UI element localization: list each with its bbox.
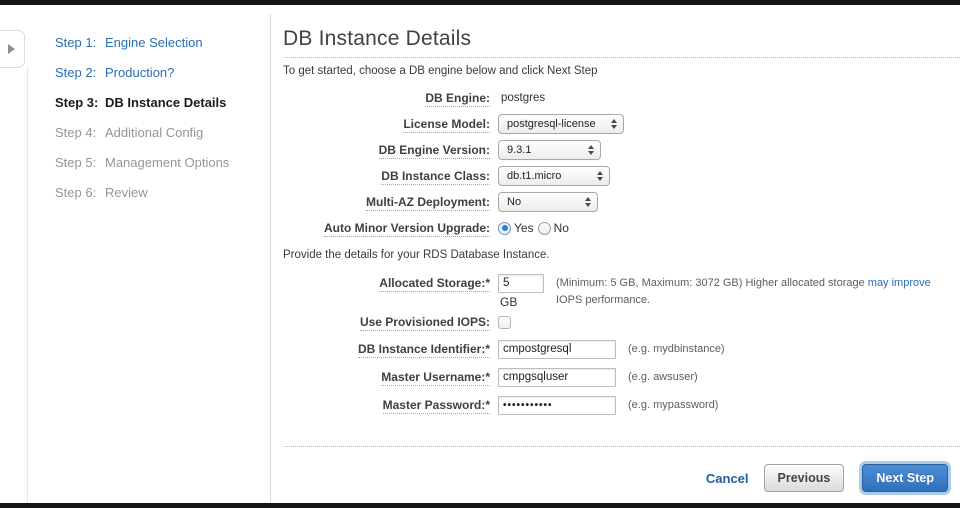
multi-az-select[interactable]: No — [498, 192, 598, 212]
previous-button[interactable]: Previous — [763, 464, 845, 492]
sidebar-item-step6: Step 6: Review — [55, 177, 265, 207]
auto-minor-yes-radio[interactable] — [498, 221, 511, 235]
db-engine-value: postgres — [501, 92, 546, 104]
right-arrow-icon — [8, 44, 15, 54]
step-number: Step 6: — [55, 184, 97, 200]
step-label: Additional Config — [105, 124, 204, 140]
db-engine-version-row: DB Engine Version: 9.3.1 — [283, 137, 960, 163]
auto-minor-upgrade-row: Auto Minor Version Upgrade: Yes No — [283, 215, 960, 241]
step-label: Engine Selection — [105, 34, 203, 50]
step-label: Review — [105, 184, 148, 200]
db-engine-version-select[interactable]: 9.3.1 — [498, 140, 601, 160]
next-step-button[interactable]: Next Step — [862, 464, 948, 492]
title-divider — [283, 57, 960, 58]
sidebar-item-step1[interactable]: Step 1: Engine Selection — [55, 27, 265, 57]
auto-minor-upgrade-label: Auto Minor Version Upgrade: — [323, 221, 490, 237]
intro-text: To get started, choose a DB engine below… — [283, 65, 598, 77]
master-password-input[interactable] — [498, 395, 616, 415]
auto-minor-no-radio[interactable] — [537, 221, 551, 235]
wizard-steps: Step 1: Engine Selection Step 2: Product… — [55, 27, 265, 207]
details-intro-text: Provide the details for your RDS Databas… — [283, 249, 550, 261]
storage-unit-label: GB — [500, 294, 518, 309]
up-down-arrows-icon — [588, 145, 594, 155]
footer-divider — [283, 446, 960, 447]
step-label: Production? — [105, 64, 175, 80]
db-identifier-example: (e.g. mydbinstance) — [628, 343, 725, 355]
may-improve-link[interactable]: may improve — [868, 277, 931, 289]
db-identifier-label: DB Instance Identifier:* — [357, 342, 490, 358]
wizard-footer: Cancel Previous Next Step — [283, 464, 960, 492]
db-engine-row: DB Engine: postgres — [283, 85, 960, 111]
step-number: Step 3: — [55, 94, 99, 110]
db-instance-class-select[interactable]: db.t1.micro — [498, 166, 610, 186]
bottom-window-bar — [0, 503, 960, 508]
provisioned-iops-checkbox[interactable] — [498, 315, 511, 329]
db-engine-version-label: DB Engine Version: — [378, 143, 490, 159]
db-instance-class-row: DB Instance Class: db.t1.micro — [283, 163, 960, 189]
sidebar-item-step3-current: Step 3: DB Instance Details — [55, 87, 265, 117]
sidebar-item-step4: Step 4: Additional Config — [55, 117, 265, 147]
db-identifier-row: DB Instance Identifier:* (e.g. mydbinsta… — [283, 335, 960, 363]
sidebar-item-step2[interactable]: Step 2: Production? — [55, 57, 265, 87]
step-number: Step 4: — [55, 124, 97, 140]
step-label: Management Options — [105, 154, 230, 170]
up-down-arrows-icon — [597, 171, 603, 181]
db-instance-form: DB Engine: postgres License Model: postg… — [283, 85, 960, 419]
auto-minor-no-label: No — [553, 221, 569, 235]
storage-hint-text: (Minimum: 5 GB, Maximum: 3072 GB) Higher… — [556, 277, 931, 306]
license-model-select[interactable]: postgresql-license — [498, 114, 624, 134]
allocated-storage-label: Allocated Storage:* — [379, 276, 490, 292]
provisioned-iops-label: Use Provisioned IOPS: — [359, 315, 490, 331]
provisioned-iops-row: Use Provisioned IOPS: — [283, 309, 960, 335]
master-password-example: (e.g. mypassword) — [628, 399, 719, 411]
cancel-button[interactable]: Cancel — [706, 471, 749, 486]
db-instance-class-label: DB Instance Class: — [381, 169, 490, 185]
sidebar-collapse-handle[interactable] — [0, 30, 25, 68]
db-engine-label: DB Engine: — [425, 91, 490, 107]
sidebar-content-divider — [270, 14, 271, 503]
up-down-arrows-icon — [611, 119, 617, 129]
multi-az-label: Multi-AZ Deployment: — [366, 195, 490, 211]
license-model-row: License Model: postgresql-license — [283, 111, 960, 137]
multi-az-row: Multi-AZ Deployment: No — [283, 189, 960, 215]
master-username-input[interactable] — [498, 367, 616, 387]
page-title: DB Instance Details — [283, 27, 472, 50]
auto-minor-yes-label: Yes — [514, 221, 534, 235]
step-number: Step 2: — [55, 64, 97, 80]
license-model-label: License Model: — [403, 117, 490, 133]
up-down-arrows-icon — [585, 197, 591, 207]
sidebar-item-step5: Step 5: Management Options — [55, 147, 265, 177]
step-number: Step 5: — [55, 154, 97, 170]
step-label: DB Instance Details — [105, 94, 227, 110]
master-username-label: Master Username:* — [381, 370, 490, 386]
master-username-row: Master Username:* (e.g. awsuser) — [283, 363, 960, 391]
step-number: Step 1: — [55, 34, 97, 50]
allocated-storage-input[interactable] — [498, 273, 544, 293]
allocated-storage-row: Allocated Storage:* GB (Minimum: 5 GB, M… — [283, 273, 960, 309]
db-identifier-input[interactable] — [498, 339, 616, 359]
wizard-content: DB Instance Details To get started, choo… — [283, 0, 960, 492]
master-username-example: (e.g. awsuser) — [628, 371, 698, 383]
master-password-row: Master Password:* (e.g. mypassword) — [283, 391, 960, 419]
master-password-label: Master Password:* — [382, 398, 490, 414]
left-rail-divider — [27, 66, 28, 503]
